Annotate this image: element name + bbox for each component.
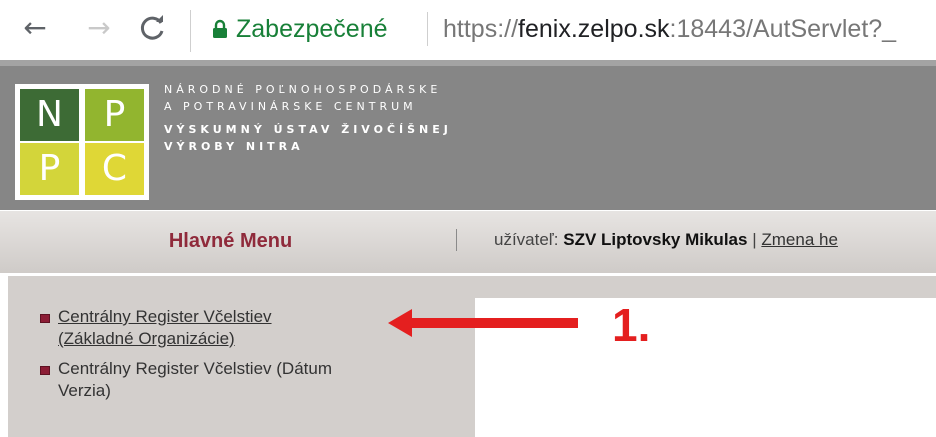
nppc-logo: N P P C: [15, 84, 149, 200]
lock-icon[interactable]: [212, 19, 228, 39]
user-label: užívateľ:: [494, 230, 559, 249]
sidebar-item-register-date-version[interactable]: Centrálny Register Včelstiev (Dátum Verz…: [40, 358, 448, 402]
step-number-label: 1.: [612, 299, 651, 351]
user-info: užívateľ: SZV Liptovsky Mikulas | Zmena …: [494, 211, 936, 269]
reload-icon[interactable]: [136, 8, 170, 48]
logo-letter: N: [20, 89, 79, 141]
url-host: fenix.zelpo.sk: [518, 15, 670, 43]
url-path: :18443/AutServlet?_: [669, 15, 897, 43]
user-name: SZV Liptovsky Mikulas: [563, 230, 748, 249]
back-arrow-icon[interactable]: ←: [18, 8, 52, 48]
logo-letter: P: [20, 143, 79, 195]
institute-name-line: VÝROBY NITRA: [164, 140, 304, 153]
address-bar-url[interactable]: https://fenix.zelpo.sk:18443/AutServlet?…: [443, 12, 936, 46]
logo-letter: C: [85, 143, 144, 195]
address-divider: [427, 12, 428, 46]
sidebar-item-label[interactable]: Centrálny Register Včelstiev (Dátum: [58, 359, 332, 378]
site-header: N P P C NÁRODNÉ POĽNOHOSPODÁRSKE A POTRA…: [0, 60, 936, 216]
annotation-arrow-icon: [388, 309, 578, 337]
logo-letter: P: [85, 89, 144, 141]
sidebar-item-label[interactable]: Verzia): [58, 381, 111, 400]
main-menu-title: Hlavné Menu: [168, 230, 293, 252]
browser-toolbar: ← → Zabezpečené https://fenix.zelpo.sk:1…: [0, 0, 936, 61]
institution-name-line: NÁRODNÉ POĽNOHOSPODÁRSKE: [164, 83, 442, 96]
sidebar-item-label[interactable]: (Základné Organizácie): [58, 329, 235, 348]
sidebar-item-label[interactable]: Centrálny Register Včelstiev: [58, 307, 272, 326]
user-separator: |: [752, 230, 757, 249]
change-password-link[interactable]: Zmena he: [761, 230, 838, 249]
institute-name-line: VÝSKUMNÝ ÚSTAV ŽIVOČÍŠNEJ: [164, 123, 452, 136]
institution-name-line: A POTRAVINÁRSKE CENTRUM: [164, 100, 417, 113]
bullet-icon: [40, 314, 50, 323]
menu-separator: [456, 229, 457, 251]
bullet-icon: [40, 366, 50, 375]
toolbar-divider: [190, 10, 191, 52]
url-scheme: https://: [443, 15, 519, 43]
menu-bar: Hlavné Menu užívateľ: SZV Liptovsky Miku…: [0, 210, 936, 273]
secure-connection-label[interactable]: Zabezpečené: [236, 12, 388, 46]
forward-arrow-icon[interactable]: →: [82, 8, 116, 48]
